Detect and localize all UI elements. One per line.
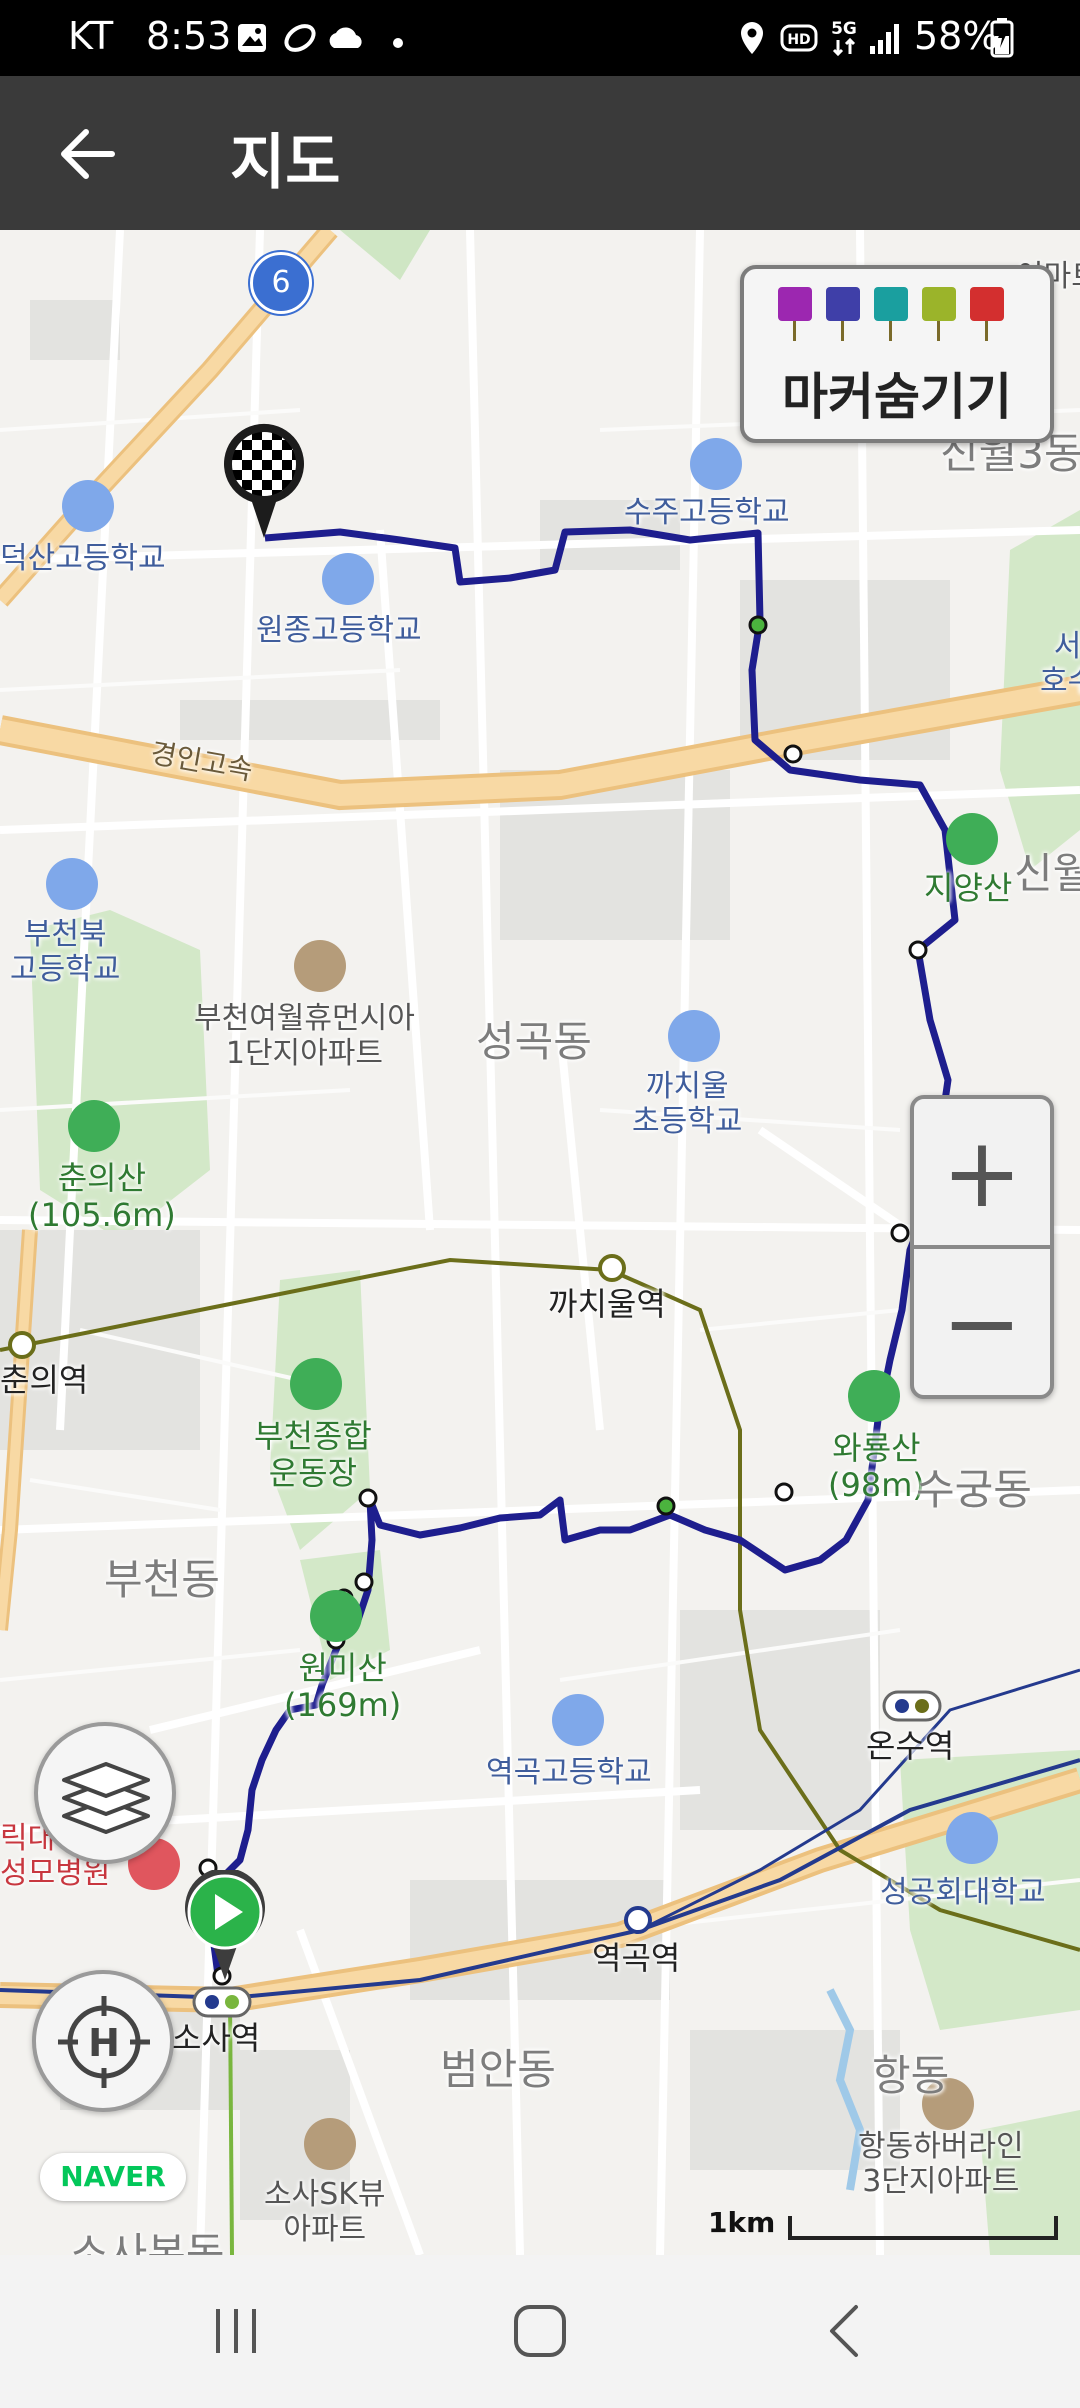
camera-pin-icon [778, 287, 812, 341]
school-poi-icon [668, 1010, 720, 1062]
map-label-sunggonghoe-university: 성공회대학교 [880, 1875, 1046, 1910]
voice-pin-icon [874, 287, 908, 341]
map-label-sosabon-dong: 소사본동 [70, 2229, 225, 2255]
school-poi-icon [62, 480, 114, 532]
back-icon[interactable] [826, 2303, 862, 2363]
svg-text:H: H [88, 2021, 120, 2065]
back-arrow-icon[interactable] [58, 126, 118, 186]
school-poi-icon [322, 553, 374, 605]
video-pin-icon [826, 287, 860, 341]
map-label-bucheon-dong: 부천동 [104, 1555, 220, 1604]
clock-text: 8:53 [146, 14, 232, 58]
status-bar: KT 8:53 HD 5G 58% [0, 0, 1080, 76]
mountain-poi-icon [310, 1590, 362, 1642]
map-label-stadium: 부천종합 운동장 [254, 1417, 372, 1492]
map-label-sosa-station: 소사역 [172, 2019, 261, 2057]
activity-icon [282, 22, 318, 58]
finish-flag-marker-icon[interactable] [222, 420, 306, 544]
map-label-sinwol-cut: 신월 [1014, 849, 1080, 898]
map-label-yeokgok-station: 역곡역 [592, 1939, 681, 1977]
stadium-poi-icon [290, 1358, 342, 1410]
map-label-hangdong-cut: 항동 [872, 2051, 950, 2100]
layers-icon [58, 1750, 154, 1842]
map-label-beoman-dong: 범안동 [440, 2045, 556, 2094]
flag-pin-icon [970, 287, 1004, 341]
mountain-poi-icon [68, 1100, 120, 1152]
map-label-sosa-sk-apartment: 소사SK뷰 아파트 [264, 2177, 386, 2247]
recent-apps-icon[interactable] [212, 2305, 260, 2361]
gallery-icon [236, 22, 268, 58]
map-label-east-cut: 서 호수 [1040, 629, 1080, 699]
page-title: 지도 [230, 128, 341, 198]
zoom-out-button[interactable]: − [914, 1249, 1050, 1397]
map-label-bucheonbuk-school: 부천북 고등학교 [10, 917, 121, 987]
memo-pin-icon [922, 287, 956, 341]
map-label-kkachiul-station: 까치울역 [548, 1285, 666, 1323]
map-label-sugung-dong: 수궁동 [916, 1465, 1032, 1514]
scale-bar [788, 2216, 1058, 2240]
home-location-button[interactable]: H [32, 1970, 174, 2112]
apartment-poi-icon [304, 2118, 356, 2170]
map-label-suju-school: 수주고등학교 [624, 495, 790, 530]
map-label-onsu-station: 온수역 [866, 1727, 955, 1765]
home-icon[interactable] [512, 2303, 568, 2363]
map-label-chunui-station: 춘의역 [0, 1361, 89, 1399]
university-poi-icon [946, 1812, 998, 1864]
5g-network-icon: 5G [826, 14, 862, 62]
school-poi-icon [46, 858, 98, 910]
map-label-seonggok-dong: 성곡동 [476, 1017, 592, 1066]
svg-text:HD: HD [787, 32, 810, 48]
hd-icon: HD [780, 22, 818, 60]
marker-hide-label: 마커숨기기 [782, 368, 1012, 426]
notification-dot-icon [392, 34, 404, 53]
carrier-text: KT [68, 14, 114, 58]
map-label-hangdong-apartment: 항동하버라인 3단지아파트 [858, 2129, 1024, 2199]
system-nav-bar [0, 2255, 1080, 2408]
start-marker-icon[interactable] [183, 1867, 267, 1986]
school-poi-icon [690, 438, 742, 490]
road-number-badge: 6 [250, 252, 312, 314]
battery-icon [990, 16, 1014, 62]
marker-hide-button[interactable]: 마커숨기기 [740, 265, 1054, 443]
signal-icon [868, 20, 904, 60]
map-label-jiyang-mountain: 지양산 [924, 869, 1013, 907]
map-label-chunui-mountain: 춘의산 (105.6m) [28, 1159, 176, 1234]
zoom-control: + − [910, 1095, 1054, 1399]
battery-percent-text: 58% [914, 14, 999, 58]
home-crosshair-icon: H [52, 1990, 156, 2098]
zoom-in-button[interactable]: + [914, 1099, 1050, 1247]
layers-button[interactable] [34, 1722, 176, 1864]
map-label-wonjong-school: 원종고등학교 [256, 613, 422, 648]
map-label-kkachiul-school: 까치울 초등학교 [632, 1069, 743, 1139]
app-bar: 지도 [0, 76, 1080, 230]
map-label-yeowol-apartment: 부천여월휴먼시아 1단지아파트 [194, 1001, 415, 1071]
mountain-poi-icon [946, 813, 998, 865]
svg-text:5G: 5G [831, 19, 857, 39]
naver-logo: NAVER [40, 2153, 186, 2201]
cloud-icon [326, 24, 366, 56]
school-poi-icon [552, 1694, 604, 1746]
map-view[interactable]: 6 이마트 신월3동 덕산고등학교 원종고등학교 수주고등학교 서 호수 경인고… [0, 230, 1080, 2255]
location-icon [738, 20, 766, 60]
map-label-waryong-mountain: 와룡산 (98m) [828, 1429, 925, 1504]
mountain-poi-icon [848, 1370, 900, 1422]
scale-label: 1km [708, 2206, 776, 2239]
map-label-yeokgok-school: 역곡고등학교 [486, 1755, 652, 1790]
map-label-deoksan-school: 덕산고등학교 [0, 541, 166, 576]
apartment-poi-icon [294, 940, 346, 992]
map-label-wonmi-mountain: 원미산 (169m) [284, 1649, 402, 1724]
